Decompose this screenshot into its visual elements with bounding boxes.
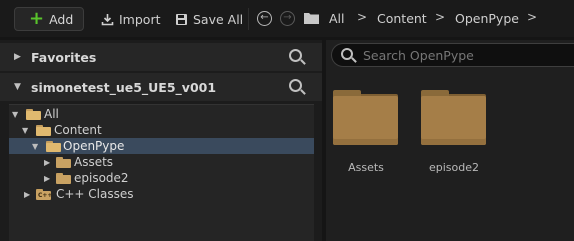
folder-icon <box>333 96 398 145</box>
plus-icon: + <box>29 8 45 29</box>
tree-item-cpp-classes[interactable]: ▶ C++ C++ Classes <box>9 186 314 202</box>
folder-icon <box>421 96 486 145</box>
forward-button[interactable]: → <box>280 11 295 26</box>
save-icon <box>175 13 188 26</box>
tree-item-openpype[interactable]: ▼ OpenPype <box>9 138 314 154</box>
collapse-arrow-icon: ▼ <box>14 82 21 92</box>
tree-item-episode2[interactable]: ▶ episode2 <box>9 170 314 186</box>
folder-label-episode2: episode2 <box>428 161 479 174</box>
breadcrumb-all[interactable]: All <box>329 11 345 26</box>
favorites-title: Favorites <box>31 49 97 65</box>
back-arrow-icon: ← <box>260 12 269 23</box>
tree-item-label: Content <box>54 123 102 137</box>
folder-icon <box>46 141 61 152</box>
collapse-arrow-icon: ▼ <box>22 125 29 135</box>
toolbar: + Add Import Save All ← → All > Content … <box>0 0 574 37</box>
expand-arrow-icon: ▶ <box>14 52 21 62</box>
tree-item-label: All <box>44 107 59 121</box>
folder-icon <box>26 109 41 120</box>
project-header[interactable]: ▼ simonetest_ue5_UE5_v001 <box>0 73 322 101</box>
folder-icon <box>56 173 71 184</box>
folder-label-assets: Assets <box>348 161 384 174</box>
favorites-header[interactable]: ▶ Favorites <box>0 43 322 71</box>
chevron-right-icon[interactable]: > <box>435 10 445 24</box>
breadcrumb-openpype[interactable]: OpenPype <box>455 11 519 26</box>
save-all-label: Save All <box>193 11 244 27</box>
folder-icon <box>304 12 319 24</box>
add-label: Add <box>49 11 74 27</box>
import-icon <box>101 13 114 26</box>
folder-tile-assets[interactable] <box>333 90 398 145</box>
toolbar-divider <box>248 8 249 30</box>
expand-arrow-icon: ▶ <box>44 157 51 167</box>
search-placeholder: Search OpenPype <box>363 48 474 63</box>
save-all-button[interactable]: Save All <box>175 10 243 28</box>
add-button[interactable]: + Add <box>14 7 84 31</box>
forward-arrow-icon: → <box>283 12 292 23</box>
folder-tile-episode2[interactable] <box>421 90 486 145</box>
tree-item-label: Assets <box>74 155 114 169</box>
expand-arrow-icon: ▶ <box>44 173 51 183</box>
chevron-right-icon[interactable]: > <box>527 10 537 24</box>
folder-icon <box>36 125 51 136</box>
breadcrumb-content[interactable]: Content <box>377 11 427 26</box>
search-icon[interactable] <box>289 79 302 92</box>
tree-item-assets[interactable]: ▶ Assets <box>9 154 314 170</box>
collapse-arrow-icon: ▼ <box>32 141 39 151</box>
folder-tree: ▼ All ▼ Content ▼ OpenPype ▶ Assets ▶ ep… <box>9 104 314 241</box>
collapse-arrow-icon: ▼ <box>12 109 19 119</box>
tree-item-all[interactable]: ▼ All <box>9 106 314 122</box>
tree-item-content[interactable]: ▼ Content <box>9 122 314 138</box>
folder-icon <box>56 157 71 168</box>
import-button[interactable]: Import <box>101 10 161 28</box>
chevron-right-icon[interactable]: > <box>357 10 367 24</box>
project-title: simonetest_ue5_UE5_v001 <box>31 79 217 95</box>
search-input[interactable]: Search OpenPype <box>331 43 574 67</box>
search-icon[interactable] <box>289 49 302 62</box>
expand-arrow-icon: ▶ <box>24 189 31 199</box>
tree-item-label: C++ Classes <box>56 187 134 201</box>
cpp-folder-icon: C++ <box>36 189 52 200</box>
search-icon <box>341 48 353 60</box>
tree-item-label: episode2 <box>74 171 129 185</box>
back-button[interactable]: ← <box>257 11 272 26</box>
tree-item-label: OpenPype <box>63 139 125 153</box>
content-browser-area: Search OpenPype Assets episode2 <box>326 40 574 241</box>
import-label: Import <box>119 11 161 27</box>
sources-panel: ▶ Favorites ▼ simonetest_ue5_UE5_v001 ▼ … <box>0 40 322 241</box>
